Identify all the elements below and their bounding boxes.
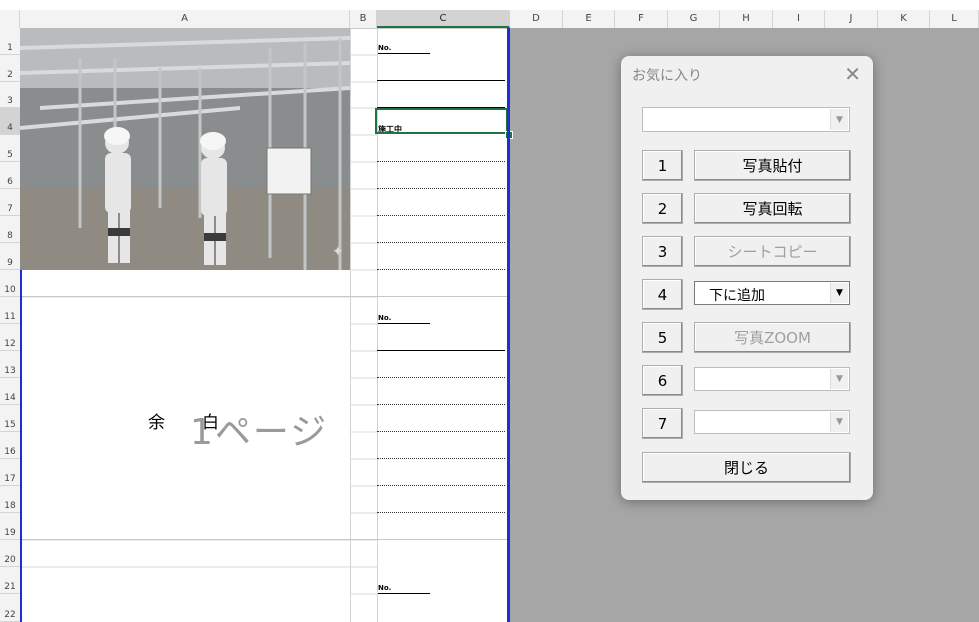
button-5[interactable]: 5 bbox=[642, 322, 683, 353]
top-strip bbox=[0, 0, 979, 10]
row-header-2[interactable]: 2 bbox=[0, 55, 20, 82]
c-dotted-line bbox=[377, 377, 505, 378]
column-header-g[interactable]: G bbox=[668, 10, 720, 28]
button-3[interactable]: 3 bbox=[642, 236, 683, 267]
chevron-down-icon[interactable]: ▼ bbox=[830, 109, 848, 130]
active-cell-c4[interactable] bbox=[375, 108, 508, 134]
column-header-h[interactable]: H bbox=[720, 10, 773, 28]
row-header-21[interactable]: 21 bbox=[0, 567, 20, 594]
no-underline-3 bbox=[378, 593, 430, 594]
paste-photo-button[interactable]: 写真貼付 bbox=[694, 150, 851, 181]
c-dotted-line bbox=[377, 404, 505, 405]
c-dotted-line bbox=[377, 242, 505, 243]
column-header-e[interactable]: E bbox=[563, 10, 615, 28]
row-header-4[interactable]: 4 bbox=[0, 108, 20, 135]
row-header-20[interactable]: 20 bbox=[0, 540, 20, 567]
construction-photo-image: ✦ bbox=[20, 28, 350, 270]
no-label-1: No. bbox=[378, 44, 392, 52]
rotate-photo-button[interactable]: 写真回転 bbox=[694, 193, 851, 224]
row-headers: 1 2 3 4 5 6 7 8 9 10 11 12 13 14 15 16 1… bbox=[0, 28, 21, 622]
no-underline-2 bbox=[378, 323, 430, 324]
button-1[interactable]: 1 bbox=[642, 150, 683, 181]
no-underline-1 bbox=[378, 53, 430, 54]
c-solid-line-3 bbox=[377, 350, 505, 351]
row-header-11[interactable]: 11 bbox=[0, 297, 20, 324]
row-header-22[interactable]: 22 bbox=[0, 594, 20, 622]
row-header-1[interactable]: 1 bbox=[0, 28, 20, 55]
column-header-f[interactable]: F bbox=[615, 10, 668, 28]
row-header-19[interactable]: 19 bbox=[0, 513, 20, 540]
favorites-dialog: お気に入り ✕ ▼ 1 写真貼付 2 写真回転 3 シートコピー 4 下に追加 … bbox=[621, 56, 873, 500]
c-dotted-line bbox=[377, 215, 505, 216]
row-header-5[interactable]: 5 bbox=[0, 135, 20, 162]
c-solid-line-1 bbox=[377, 80, 505, 81]
yohaku-char-2: 白 bbox=[202, 413, 219, 433]
row-header-9[interactable]: 9 bbox=[0, 243, 20, 270]
dialog-title: お気に入り bbox=[632, 68, 702, 84]
column-header-b[interactable]: B bbox=[350, 10, 377, 28]
column-header-i[interactable]: I bbox=[773, 10, 825, 28]
column-header-j[interactable]: J bbox=[825, 10, 878, 28]
c-dotted-line bbox=[377, 188, 505, 189]
option-6-select[interactable]: ▼ bbox=[694, 367, 850, 391]
row-header-3[interactable]: 3 bbox=[0, 82, 20, 108]
add-position-select[interactable]: 下に追加 ▼ bbox=[694, 281, 850, 305]
button-6[interactable]: 6 bbox=[642, 365, 683, 396]
c-dotted-line bbox=[377, 431, 505, 432]
row-header-7[interactable]: 7 bbox=[0, 189, 20, 216]
row-header-15[interactable]: 15 bbox=[0, 405, 20, 432]
column-header-k[interactable]: K bbox=[878, 10, 930, 28]
row-header-14[interactable]: 14 bbox=[0, 378, 20, 405]
print-area-left-border bbox=[20, 270, 22, 622]
sheet-copy-button[interactable]: シートコピー bbox=[694, 236, 851, 267]
chevron-down-icon[interactable]: ▼ bbox=[830, 412, 848, 432]
top-combo[interactable]: ▼ bbox=[642, 107, 850, 132]
construction-photo[interactable]: ✦ bbox=[20, 28, 350, 270]
button-2[interactable]: 2 bbox=[642, 193, 683, 224]
row-header-6[interactable]: 6 bbox=[0, 162, 20, 189]
option-7-select[interactable]: ▼ bbox=[694, 410, 850, 434]
column-header-a[interactable]: A bbox=[20, 10, 350, 28]
page-separator-2 bbox=[20, 539, 508, 540]
c-dotted-line bbox=[377, 512, 505, 513]
print-area-right-border bbox=[507, 28, 510, 622]
no-label-3: No. bbox=[378, 584, 392, 592]
c-dotted-line bbox=[377, 485, 505, 486]
select-all-corner[interactable] bbox=[0, 10, 20, 28]
c-dotted-line bbox=[377, 458, 505, 459]
photo-zoom-button[interactable]: 写真ZOOM bbox=[694, 322, 851, 353]
row-header-17[interactable]: 17 bbox=[0, 459, 20, 486]
page-separator-1 bbox=[20, 296, 508, 297]
yohaku-char-1: 余 bbox=[148, 413, 165, 433]
row-header-16[interactable]: 16 bbox=[0, 432, 20, 459]
button-7[interactable]: 7 bbox=[642, 408, 683, 439]
close-icon[interactable]: ✕ bbox=[844, 62, 861, 86]
row-header-12[interactable]: 12 bbox=[0, 324, 20, 351]
c-dotted-line bbox=[377, 269, 505, 270]
c-dotted-line bbox=[377, 161, 505, 162]
row-header-13[interactable]: 13 bbox=[0, 351, 20, 378]
column-header-d[interactable]: D bbox=[510, 10, 563, 28]
chevron-down-icon[interactable]: ▼ bbox=[830, 283, 848, 303]
row-header-10[interactable]: 10 bbox=[0, 270, 20, 297]
button-4[interactable]: 4 bbox=[642, 279, 683, 310]
svg-text:✦: ✦ bbox=[332, 244, 344, 260]
row-header-18[interactable]: 18 bbox=[0, 486, 20, 513]
column-headers: A B C D E F G H I J K L bbox=[0, 10, 979, 29]
chevron-down-icon[interactable]: ▼ bbox=[830, 369, 848, 389]
no-label-2: No. bbox=[378, 314, 392, 322]
add-position-value: 下に追加 bbox=[709, 288, 765, 304]
close-button[interactable]: 閉じる bbox=[642, 452, 851, 483]
column-header-c[interactable]: C bbox=[377, 10, 510, 28]
grid-vline-ab bbox=[350, 28, 351, 622]
column-header-l[interactable]: L bbox=[930, 10, 979, 28]
row-header-8[interactable]: 8 bbox=[0, 216, 20, 243]
